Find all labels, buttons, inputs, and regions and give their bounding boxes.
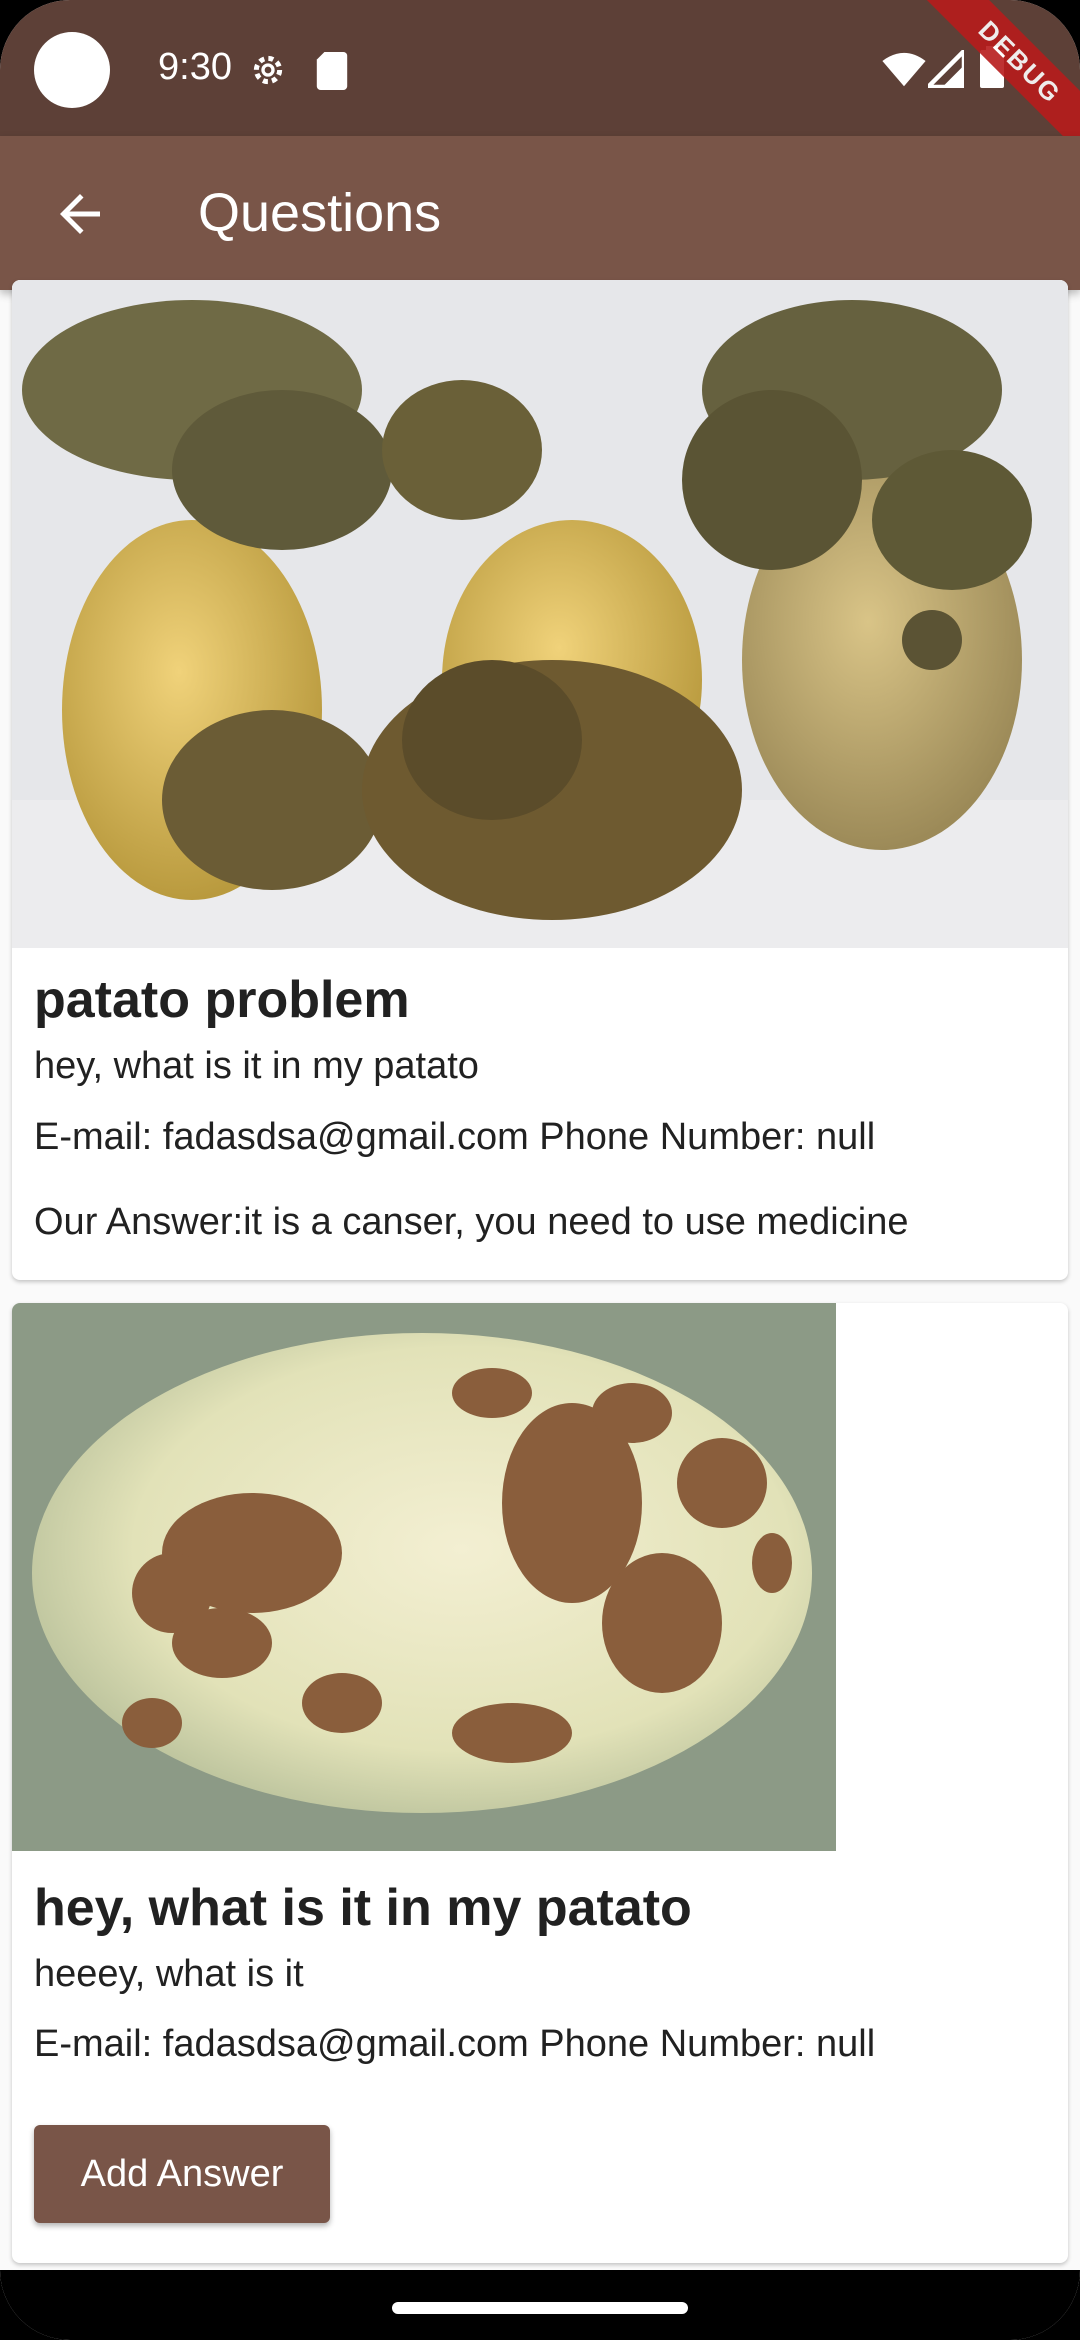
sd-card-icon [316,52,348,90]
screen: 9:30 DEBUG Questions patato problem hey,… [0,0,1080,2340]
question-contact: E-mail: fadasdsa@gmail.com Phone Number:… [34,2023,876,2065]
app-bar: Questions [0,136,1080,290]
question-body: hey, what is it in my patato [34,1045,479,1087]
signal-icon [928,50,964,88]
wifi-icon [882,52,926,87]
question-title: patato problem [34,971,410,1029]
question-answer: Our Answer:it is a canser, you need to u… [34,1201,909,1243]
add-answer-button[interactable]: Add Answer [34,2125,330,2223]
status-time: 9:30 [158,46,232,88]
question-body: heeey, what is it [34,1953,304,1995]
camera-cutout [34,32,110,108]
home-indicator[interactable] [392,2302,688,2314]
question-card: hey, what is it in my patato heeey, what… [12,1303,1068,2263]
status-bar: 9:30 DEBUG [0,0,1080,170]
page-title: Questions [198,183,442,243]
question-photo [12,1303,836,1851]
question-title: hey, what is it in my patato [34,1879,692,1937]
question-photo [12,280,1068,948]
question-card: patato problem hey, what is it in my pat… [12,280,1068,1280]
question-contact: E-mail: fadasdsa@gmail.com Phone Number:… [34,1116,876,1158]
questions-list[interactable]: patato problem hey, what is it in my pat… [0,280,1080,2270]
settings-icon [253,55,283,85]
back-arrow-icon[interactable] [50,184,110,244]
